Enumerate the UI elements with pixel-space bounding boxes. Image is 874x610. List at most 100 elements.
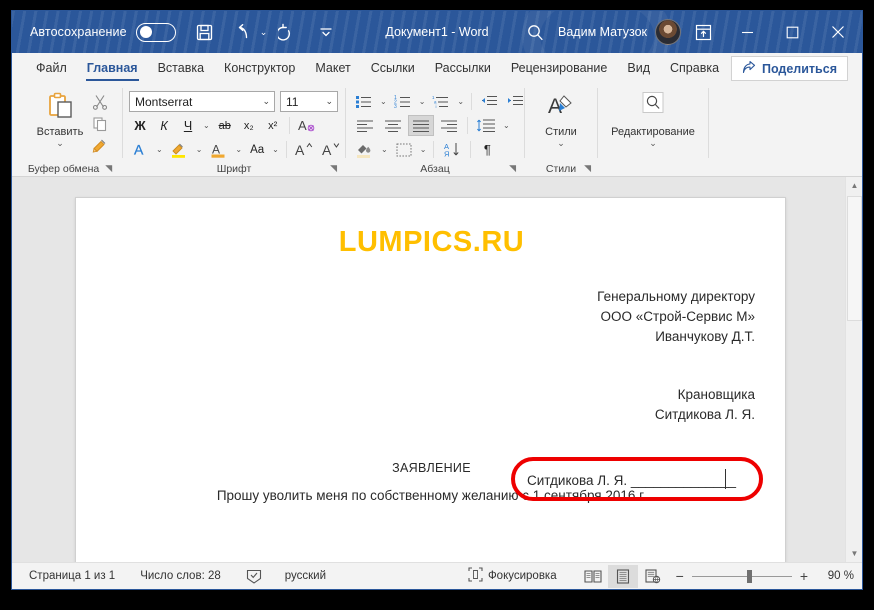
tab-mailings[interactable]: Рассылки — [425, 53, 501, 84]
vertical-scrollbar[interactable]: ▲ ▼ — [845, 177, 862, 562]
redo-icon[interactable] — [273, 17, 303, 47]
page-indicator[interactable]: Страница 1 из 1 — [20, 565, 124, 588]
subscript-button[interactable]: x₂ — [238, 115, 260, 136]
ribbon-display-options-icon[interactable] — [681, 15, 725, 49]
user-name[interactable]: Вадим Матузок — [558, 25, 647, 39]
numbered-list-icon[interactable]: 123 — [391, 91, 415, 112]
copy-icon[interactable] — [88, 113, 112, 134]
tab-insert[interactable]: Вставка — [148, 53, 214, 84]
text-highlight-icon[interactable] — [167, 139, 192, 160]
tab-layout[interactable]: Макет — [305, 53, 360, 84]
grow-font-button[interactable]: A — [292, 139, 317, 160]
clear-formatting-icon[interactable]: A — [295, 115, 320, 136]
share-button[interactable]: Поделиться — [730, 56, 848, 81]
increase-indent-icon[interactable] — [503, 91, 527, 112]
font-name-caret-icon[interactable]: ⌄ — [262, 96, 270, 107]
document-page[interactable]: LUMPICS.RU Генеральному директору ООО «С… — [75, 197, 786, 562]
paste-dropdown-caret[interactable]: ⌄ — [56, 139, 64, 148]
scroll-down-button[interactable]: ▼ — [846, 545, 862, 562]
zoom-slider[interactable] — [691, 569, 792, 583]
decrease-indent-icon[interactable] — [477, 91, 501, 112]
save-icon[interactable] — [190, 17, 220, 47]
autosave-toggle[interactable] — [135, 22, 176, 42]
minimize-button[interactable] — [725, 11, 770, 53]
read-mode-icon[interactable] — [578, 565, 608, 588]
strikethrough-button[interactable]: аb — [214, 115, 236, 136]
highlight-caret-icon[interactable]: ⌄ — [194, 145, 205, 154]
search-icon[interactable] — [518, 15, 552, 49]
font-name-input[interactable]: Montserrat ⌄ — [129, 91, 275, 112]
editing-button[interactable]: Редактирование ⌄ — [604, 87, 702, 148]
web-layout-icon[interactable] — [638, 565, 668, 588]
font-size-caret-icon[interactable]: ⌄ — [325, 96, 333, 107]
zoom-level[interactable]: 90 % — [816, 570, 854, 582]
superscript-button[interactable]: x² — [262, 115, 284, 136]
scrollbar-thumb[interactable] — [847, 196, 862, 321]
align-center-icon[interactable] — [380, 115, 406, 136]
styles-dialog-launcher-icon[interactable]: ◥ — [584, 163, 591, 174]
align-right-icon[interactable] — [436, 115, 462, 136]
borders-icon[interactable] — [392, 139, 416, 160]
align-left-icon[interactable] — [352, 115, 378, 136]
scroll-up-button[interactable]: ▲ — [846, 177, 862, 194]
tab-file[interactable]: Файл — [26, 53, 77, 84]
multilevel-list-caret-icon[interactable]: ⌄ — [455, 97, 466, 106]
tab-view[interactable]: Вид — [617, 53, 660, 84]
quick-access-more-icon[interactable] — [311, 17, 341, 47]
shrink-font-button[interactable]: A — [319, 139, 344, 160]
tab-references[interactable]: Ссылки — [361, 53, 425, 84]
change-case-button[interactable]: Aa — [246, 139, 268, 160]
signature-area[interactable]: Ситдикова Л. Я. ______________ — [511, 457, 763, 501]
borders-caret-icon[interactable]: ⌄ — [418, 145, 429, 154]
styles-dropdown-caret[interactable]: ⌄ — [557, 139, 565, 148]
clipboard-dialog-launcher-icon[interactable]: ◥ — [105, 163, 112, 174]
font-color-icon[interactable]: A — [206, 139, 231, 160]
italic-button[interactable]: К — [153, 115, 175, 136]
show-formatting-marks-button[interactable]: ¶ — [476, 139, 498, 160]
paste-button[interactable]: Вставить ⌄ — [32, 87, 88, 148]
underline-button[interactable]: Ч — [177, 115, 199, 136]
bold-button[interactable]: Ж — [129, 115, 151, 136]
zoom-slider-thumb[interactable] — [746, 569, 752, 583]
collapse-ribbon-icon[interactable] — [830, 177, 846, 178]
shading-icon[interactable] — [352, 139, 377, 160]
undo-dropdown-caret[interactable]: ⌄ — [258, 27, 270, 38]
avatar[interactable] — [655, 19, 681, 45]
svg-text:i: i — [436, 104, 437, 109]
paragraph-dialog-launcher-icon[interactable]: ◥ — [509, 163, 516, 174]
zoom-in-button[interactable]: + — [800, 568, 808, 584]
line-spacing-caret-icon[interactable]: ⌄ — [501, 121, 512, 130]
font-dialog-launcher-icon[interactable]: ◥ — [330, 163, 337, 174]
word-count[interactable]: Число слов: 28 — [124, 565, 230, 588]
undo-icon[interactable] — [228, 17, 258, 47]
line-spacing-icon[interactable] — [473, 115, 499, 136]
format-painter-icon[interactable] — [88, 135, 112, 156]
tab-design[interactable]: Конструктор — [214, 53, 305, 84]
proofing-icon[interactable] — [230, 565, 271, 588]
tab-home[interactable]: Главная — [77, 53, 148, 84]
maximize-button[interactable] — [770, 11, 815, 53]
text-effects-icon[interactable]: A — [129, 139, 152, 160]
focus-mode-button[interactable]: Фокусировка — [459, 565, 566, 588]
font-size-input[interactable]: 11 ⌄ — [280, 91, 338, 112]
language-indicator[interactable]: русский — [271, 565, 335, 588]
numbered-list-caret-icon[interactable]: ⌄ — [417, 97, 428, 106]
zoom-out-button[interactable]: − — [676, 568, 684, 584]
font-color-caret-icon[interactable]: ⌄ — [233, 145, 244, 154]
text-effects-caret-icon[interactable]: ⌄ — [154, 145, 165, 154]
styles-button[interactable]: A Стили ⌄ — [533, 87, 589, 148]
align-justify-icon[interactable] — [408, 115, 434, 136]
print-layout-icon[interactable] — [607, 564, 638, 588]
bullet-list-icon[interactable] — [352, 91, 376, 112]
multilevel-list-icon[interactable]: 1ai — [429, 91, 453, 112]
tab-help[interactable]: Справка — [660, 53, 729, 84]
cut-icon[interactable] — [88, 91, 112, 112]
change-case-caret-icon[interactable]: ⌄ — [270, 145, 281, 154]
underline-caret-icon[interactable]: ⌄ — [201, 121, 212, 130]
shading-caret-icon[interactable]: ⌄ — [379, 145, 390, 154]
close-button[interactable] — [815, 11, 860, 53]
bullet-list-caret-icon[interactable]: ⌄ — [378, 97, 389, 106]
sort-icon[interactable]: AЯ — [439, 139, 465, 160]
editing-dropdown-caret[interactable]: ⌄ — [649, 139, 657, 148]
tab-review[interactable]: Рецензирование — [501, 53, 618, 84]
